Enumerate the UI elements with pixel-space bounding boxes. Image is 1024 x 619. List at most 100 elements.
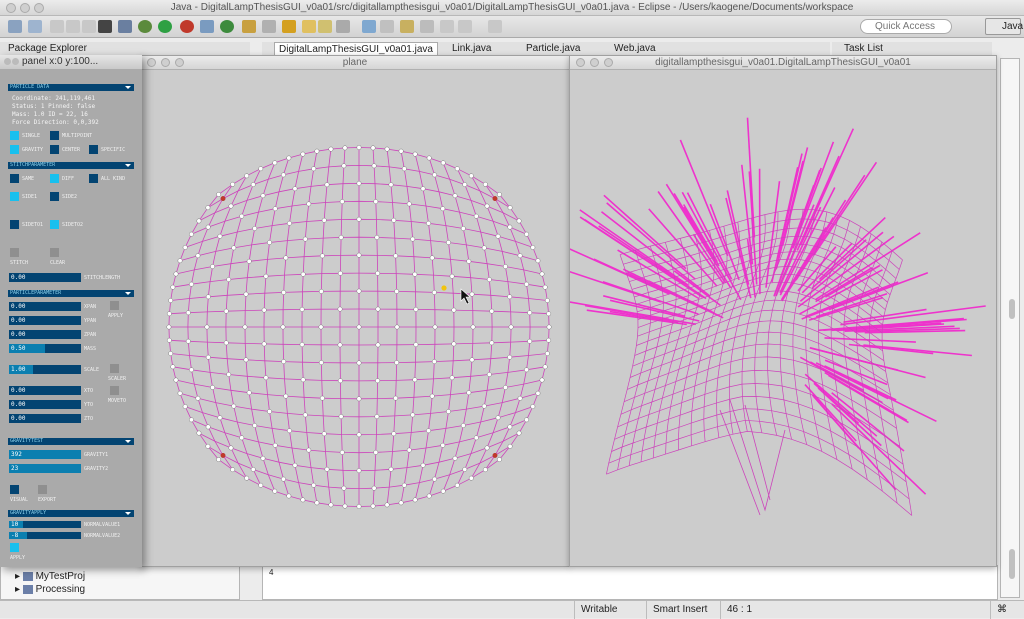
mesh-particle <box>259 483 263 487</box>
mesh-particle <box>303 413 307 417</box>
slider-scale[interactable]: 1.00 <box>9 365 81 374</box>
command-icon[interactable]: ⌘ <box>990 601 1024 619</box>
slider-gravity1[interactable]: 392 <box>9 450 81 459</box>
toggle-side2[interactable] <box>50 192 59 201</box>
minimize-window-icon[interactable] <box>590 58 599 67</box>
mesh-particle <box>485 204 489 208</box>
minimize-window-icon[interactable] <box>161 58 170 67</box>
slider-mass[interactable]: 0.50 <box>9 344 81 353</box>
close-window-icon[interactable] <box>6 3 16 13</box>
debug-tools-icon[interactable] <box>118 20 132 33</box>
save-icon[interactable] <box>50 20 64 33</box>
slider-yto[interactable]: 0.00 <box>9 400 81 409</box>
debug-icon[interactable] <box>138 20 152 33</box>
stitch-button[interactable] <box>10 248 19 257</box>
plane-canvas[interactable] <box>141 70 569 566</box>
mesh-particle <box>301 378 305 382</box>
section-gravity-apply[interactable]: GRAVITYAPPLY <box>8 510 134 517</box>
outline-scrollbar[interactable] <box>1009 299 1015 319</box>
slider-zpan[interactable]: 0.00 <box>9 330 81 339</box>
slider-xpan[interactable]: 0.00 <box>9 302 81 311</box>
toggle-multipoint[interactable] <box>50 131 59 140</box>
minimize-window-icon[interactable] <box>12 58 19 65</box>
run-icon[interactable] <box>158 20 172 33</box>
mesh-particle <box>183 245 187 249</box>
toggle-sideto1[interactable] <box>10 220 19 229</box>
mesh-particle <box>487 277 491 281</box>
last-edit-icon[interactable] <box>458 20 472 33</box>
toggle-diff[interactable] <box>50 174 59 183</box>
lamp-3d-svg[interactable] <box>570 70 996 566</box>
visual-toggle[interactable] <box>10 485 19 494</box>
apply-gravity-button[interactable] <box>10 543 19 552</box>
open-task-icon[interactable] <box>282 20 296 33</box>
back-icon[interactable] <box>420 20 434 33</box>
slider-stitchlength[interactable]: 0.00 <box>9 273 81 282</box>
zoom-window-icon[interactable] <box>175 58 184 67</box>
mark-occurrences-icon[interactable] <box>302 20 316 33</box>
slider-normalvalue1[interactable]: 10 <box>9 521 81 528</box>
mesh-particle <box>482 246 486 250</box>
toggle-single[interactable] <box>10 131 19 140</box>
new-java-package-icon[interactable] <box>200 20 214 33</box>
print-icon[interactable] <box>82 20 96 33</box>
slider-ypan[interactable]: 0.00 <box>9 316 81 325</box>
toggle-same[interactable] <box>10 174 19 183</box>
close-window-icon[interactable] <box>4 58 11 65</box>
apply-pan-button[interactable] <box>110 301 119 310</box>
toggle-center[interactable] <box>50 145 59 154</box>
section-particle-parameter[interactable]: PARTICLEPARAMETER <box>8 290 134 297</box>
show-whitespace-icon[interactable] <box>336 20 350 33</box>
scaler-button[interactable] <box>110 364 119 373</box>
toggle-gravity[interactable] <box>10 145 19 154</box>
new-class-icon[interactable] <box>220 20 234 33</box>
toggle-highlight-icon[interactable] <box>318 20 332 33</box>
pin-editor-icon[interactable] <box>488 20 502 33</box>
terminal-icon[interactable] <box>98 20 112 33</box>
zoom-window-icon[interactable] <box>604 58 613 67</box>
close-window-icon[interactable] <box>147 58 156 67</box>
mesh-particle <box>210 385 214 389</box>
forward-icon[interactable] <box>440 20 454 33</box>
external-tools-icon[interactable] <box>180 20 194 33</box>
new-wizard-icon[interactable] <box>28 20 42 33</box>
toggle-side1[interactable] <box>10 192 19 201</box>
slider-zto[interactable]: 0.00 <box>9 414 81 423</box>
slider-gravity2[interactable]: 23 <box>9 464 81 473</box>
mesh-plane-svg[interactable] <box>141 70 569 566</box>
close-window-icon[interactable] <box>576 58 585 67</box>
new-icon[interactable] <box>8 20 22 33</box>
java-perspective-button[interactable]: Java <box>985 18 1021 35</box>
toggle-specific[interactable] <box>89 145 98 154</box>
zoom-window-icon[interactable] <box>34 3 44 13</box>
open-type-icon[interactable] <box>242 20 256 33</box>
block-selection-icon[interactable] <box>362 20 376 33</box>
lamp-mesh-line <box>653 238 689 458</box>
clear-button[interactable] <box>50 248 59 257</box>
mesh-particle <box>545 298 549 302</box>
section-particle-data[interactable]: PARTICLE DATA <box>8 84 134 91</box>
mesh-particle <box>471 325 475 329</box>
section-stitch-parameter[interactable]: STITCHPARAMETER <box>8 162 134 169</box>
quick-access-field[interactable]: Quick Access <box>860 19 952 34</box>
mesh-particle <box>455 483 459 487</box>
search-tool-icon[interactable] <box>262 20 276 33</box>
section-gravity-test[interactable]: GRAVITYTEST <box>8 438 134 445</box>
tree-item-mytestproj[interactable]: ▸ MyTestProj <box>15 571 85 582</box>
toggle-all-kind[interactable] <box>89 174 98 183</box>
slider-normalvalue2[interactable]: -8 <box>9 532 81 539</box>
next-annotation-icon[interactable] <box>380 20 394 33</box>
mesh-particle <box>357 145 361 149</box>
minimize-window-icon[interactable] <box>20 3 30 13</box>
view3d-canvas[interactable] <box>570 70 996 566</box>
export-button[interactable] <box>38 485 47 494</box>
prev-annotation-icon[interactable] <box>400 20 414 33</box>
slider-xto[interactable]: 0.00 <box>9 386 81 395</box>
moveto-button[interactable] <box>110 386 119 395</box>
tree-item-processing[interactable]: ▸ Processing <box>15 584 85 595</box>
mesh-particle <box>413 152 417 156</box>
toggle-sideto2[interactable] <box>50 220 59 229</box>
console-scrollbar[interactable] <box>1009 549 1015 579</box>
save-all-icon[interactable] <box>66 20 80 33</box>
mesh-particle <box>463 467 467 471</box>
